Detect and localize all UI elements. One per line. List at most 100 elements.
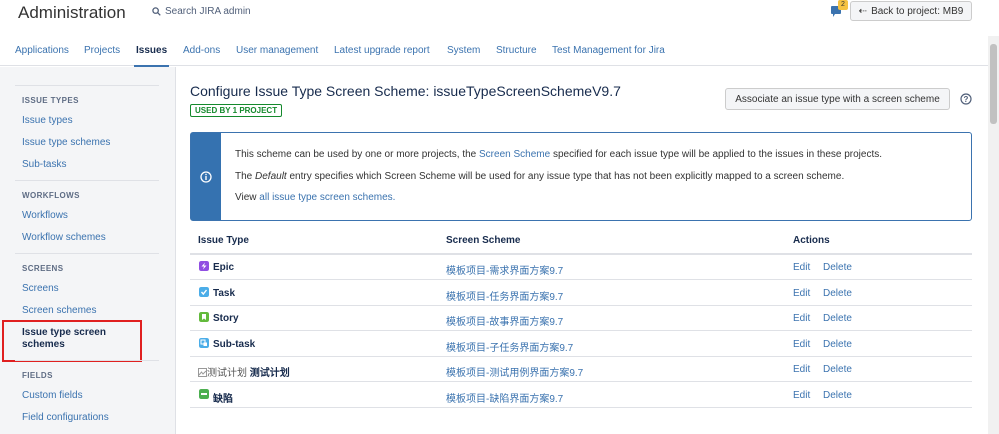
delete-link[interactable]: Delete [823,364,852,375]
edit-link[interactable]: Edit [793,288,810,299]
sidebar-divider [15,85,159,86]
sidebar-item-issue-type-schemes[interactable]: Issue type schemes [22,137,110,148]
broken-image-icon [198,368,207,377]
column-header-screen-scheme: Screen Scheme [446,235,521,246]
info-line-2: The Default entry specifies which Screen… [235,171,844,182]
admin-search[interactable]: Search JIRA admin [152,6,251,17]
issue-type-name: 缺陷 [213,394,233,405]
back-to-project-label: Back to project: MB9 [871,5,964,17]
top-bar: Administration Search JIRA admin 2 ⇠ Bac… [0,0,999,36]
info-icon [200,170,212,183]
info-line-1: This scheme can be used by one or more p… [235,149,882,160]
delete-link[interactable]: Delete [823,339,852,350]
svg-text:?: ? [964,95,969,104]
table-row: 测试计划 测试计划 模板项目-测试用例界面方案9.7 Edit Delete [190,357,972,382]
info-text: specified for each issue type will be ap… [550,149,883,160]
page-title: Configure Issue Type Screen Scheme: issu… [190,83,621,99]
sidebar-item-field-configurations[interactable]: Field configurations [22,412,109,423]
sidebar-item-screen-schemes[interactable]: Screen schemes [22,305,96,316]
tab-user-management[interactable]: User management [236,45,318,56]
subtask-icon [199,338,209,348]
notification-badge: 2 [838,0,848,10]
sidebar-divider [15,180,159,181]
info-text: This scheme can be used by one or more p… [235,149,480,160]
info-text: View [235,192,260,203]
arrow-left-icon: ⇠ [858,5,868,17]
sidebar-item-issue-types[interactable]: Issue types [22,115,73,126]
issue-type-name: Story [213,313,239,324]
used-by-badge[interactable]: USED BY 1 PROJECT [190,104,283,117]
sidebar-item-custom-fields[interactable]: Custom fields [22,390,83,401]
story-icon [199,312,209,322]
delete-link[interactable]: Delete [823,262,852,273]
info-strip [191,133,221,220]
table-row: Sub-task 模板项目-子任务界面方案9.7 Edit Delete [190,332,972,357]
help-icon[interactable]: ? [960,93,972,105]
edit-link[interactable]: Edit [793,339,810,350]
sidebar-divider [15,253,159,254]
tab-system[interactable]: System [447,45,480,56]
issue-type-name: 测试计划 测试计划 [198,364,290,379]
screen-scheme-link[interactable]: Screen Scheme [479,149,550,160]
screen-scheme-link[interactable]: 模板项目-任务界面方案9.7 [446,288,563,303]
notification-icon[interactable]: 2 [830,0,848,17]
delete-link[interactable]: Delete [823,390,852,401]
sidebar-item-workflow-schemes[interactable]: Workflow schemes [22,232,106,243]
delete-link[interactable]: Delete [823,288,852,299]
task-icon [199,287,209,297]
column-header-actions: Actions [793,235,830,246]
table-row: Epic 模板项目-需求界面方案9.7 Edit Delete [190,255,972,280]
screen-scheme-link[interactable]: 模板项目-缺陷界面方案9.7 [446,390,563,405]
info-text: The [235,171,256,182]
edit-link[interactable]: Edit [793,313,810,324]
screen-scheme-link[interactable]: 模板项目-子任务界面方案9.7 [446,339,573,354]
edit-link[interactable]: Edit [793,262,810,273]
search-placeholder: Search JIRA admin [165,6,251,17]
sidebar-item-screens[interactable]: Screens [22,283,59,294]
app-title: Administration [18,3,126,22]
sidebar-item-workflows[interactable]: Workflows [22,210,68,221]
page-scrollbar[interactable] [988,36,999,434]
table-row: Story 模板项目-故事界面方案9.7 Edit Delete [190,306,972,331]
edit-link[interactable]: Edit [793,364,810,375]
sidebar-item-sub-tasks[interactable]: Sub-tasks [22,159,66,170]
sidebar-heading-workflows: WORKFLOWS [22,191,80,200]
sidebar-heading-fields: FIELDS [22,371,53,380]
delete-link[interactable]: Delete [823,313,852,324]
column-header-issue-type: Issue Type [198,235,249,246]
issue-type-label: 测试计划 [249,368,290,379]
sidebar-heading-screens: SCREENS [22,264,64,273]
issue-type-name: Epic [213,262,235,273]
info-line-3: View all issue type screen schemes. [235,192,395,203]
info-emphasis: Default [255,171,287,182]
issue-type-name: Task [213,288,236,299]
issue-type-name: Sub-task [213,339,256,350]
scrollbar-thumb[interactable] [990,44,997,124]
epic-icon [199,261,209,271]
associate-issue-type-button[interactable]: Associate an issue type with a screen sc… [725,88,950,110]
tab-latest-upgrade-report[interactable]: Latest upgrade report [334,45,430,56]
tab-structure[interactable]: Structure [496,45,537,56]
table-row: Task 模板项目-任务界面方案9.7 Edit Delete [190,281,972,306]
sidebar-divider [15,360,159,361]
info-text: entry specifies which Screen Scheme will… [286,171,845,182]
screen-scheme-link[interactable]: 模板项目-故事界面方案9.7 [446,313,563,328]
admin-nav-tabs: Applications Projects Issues Add-ons Use… [0,36,990,67]
sidebar-heading-issue-types: ISSUE TYPES [22,96,79,105]
annotation-highlight-box [2,320,142,362]
tab-projects[interactable]: Projects [84,45,120,56]
screen-scheme-link[interactable]: 模板项目-需求界面方案9.7 [446,262,563,277]
search-icon [152,7,161,16]
tab-issues[interactable]: Issues [133,45,170,67]
back-to-project-button[interactable]: ⇠ Back to project: MB9 [850,1,972,21]
tab-test-management[interactable]: Test Management for Jira [552,45,665,56]
tab-applications[interactable]: Applications [15,45,69,56]
tab-add-ons[interactable]: Add-ons [183,45,220,56]
bug-icon [199,389,209,399]
all-schemes-link[interactable]: all issue type screen schemes. [259,192,395,203]
broken-image-alt: 测试计划 [207,368,247,379]
info-message: This scheme can be used by one or more p… [190,132,972,221]
screen-scheme-link[interactable]: 模板项目-测试用例界面方案9.7 [446,364,583,379]
edit-link[interactable]: Edit [793,390,810,401]
table-row: 缺陷 模板项目-缺陷界面方案9.7 Edit Delete [190,383,972,408]
